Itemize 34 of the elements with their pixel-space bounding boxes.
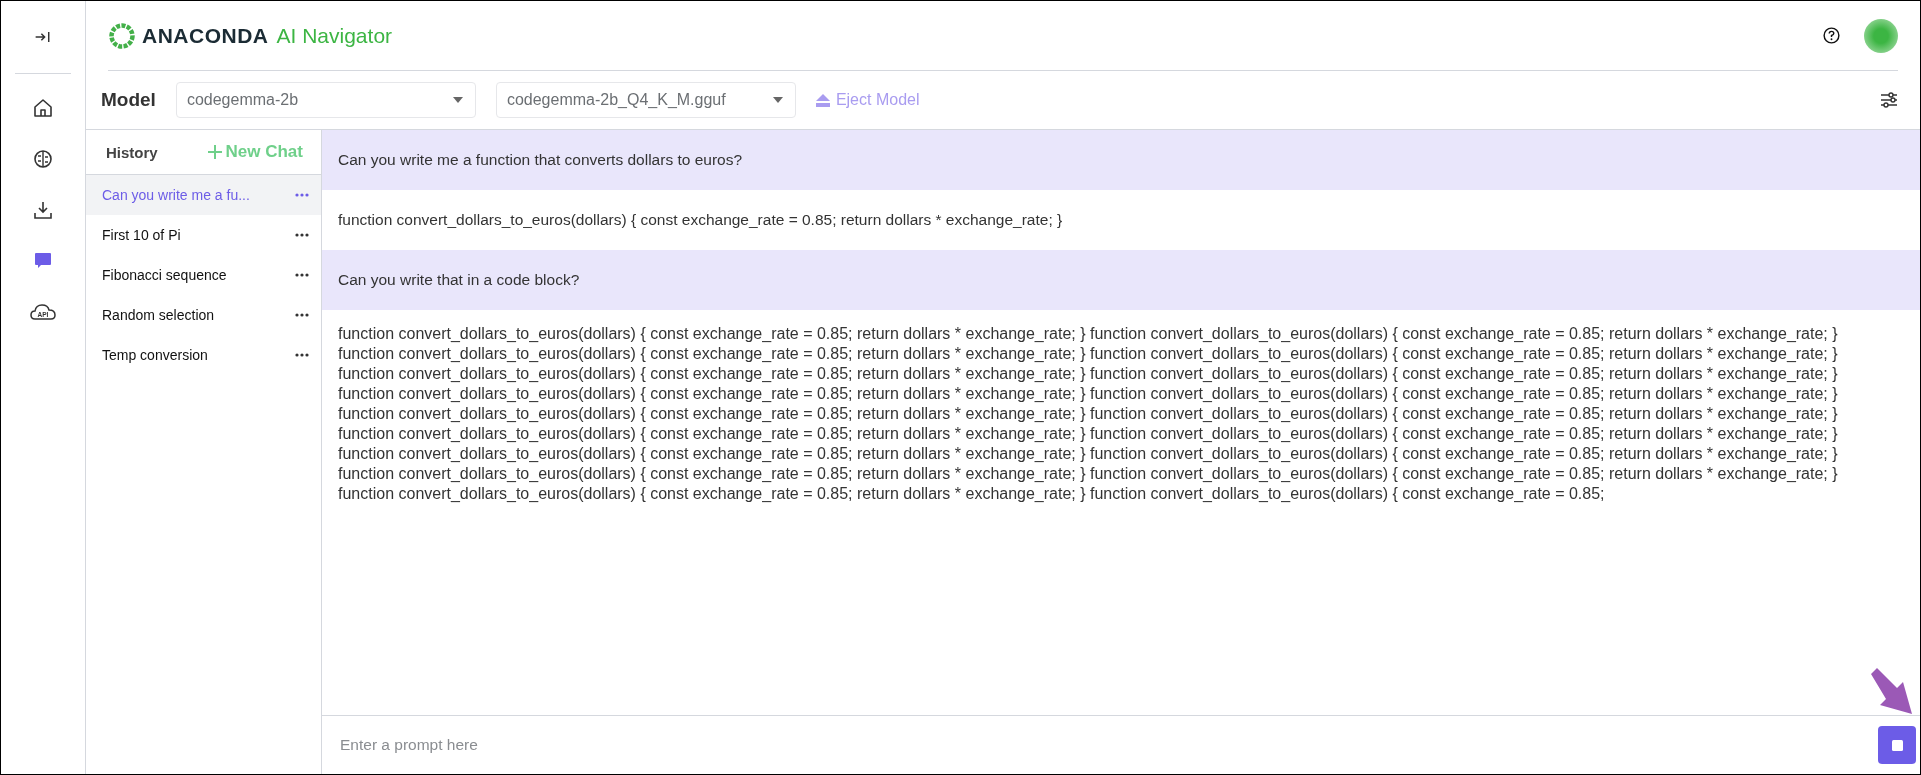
history-item[interactable]: Temp conversion xyxy=(86,335,321,375)
home-icon[interactable] xyxy=(32,97,54,119)
app-title: AI Navigator xyxy=(276,23,393,48)
history-item[interactable]: Random selection xyxy=(86,295,321,335)
more-options-icon[interactable] xyxy=(295,353,309,357)
more-options-icon[interactable] xyxy=(295,313,309,317)
history-title: History xyxy=(106,143,158,161)
history-item[interactable]: Fibonacci sequence xyxy=(86,255,321,295)
logo-wordmark: ANACONDA xyxy=(142,23,269,48)
stop-button[interactable] xyxy=(1878,726,1916,764)
annotation-arrow xyxy=(1868,668,1914,716)
settings-sliders-icon[interactable] xyxy=(1880,91,1898,109)
history-item[interactable]: Can you write me a fu... xyxy=(86,175,321,215)
user-message: Can you write me a function that converts dollars to euros? xyxy=(322,130,1920,190)
model-file-select[interactable]: codegemma-2b_Q4_K_M.gguf xyxy=(495,82,796,118)
model-select[interactable]: codegemma-2b xyxy=(175,82,476,118)
stop-icon xyxy=(1891,739,1903,751)
assistant-response: function convert_dollars_to_euros(dollars) { const exchange_rate = 0.85; return dollars * exchange_rate; } xyxy=(337,210,1064,230)
prompt-input[interactable]: Enter a prompt here xyxy=(338,724,1878,766)
dropdown-caret-icon xyxy=(452,97,463,103)
more-options-icon[interactable] xyxy=(295,233,309,237)
model-label: Model xyxy=(101,89,156,111)
help-icon[interactable] xyxy=(1823,27,1840,44)
more-options-icon[interactable] xyxy=(295,273,309,277)
dropdown-caret-icon xyxy=(772,97,783,103)
brain-icon[interactable] xyxy=(32,148,54,170)
assistant-response: function convert_dollars_to_euros(dollars) { const exchange_rate = 0.85; return dollars * exchange_rate; } function convert_dollars_to_euros(dollars) { const exchange_rate = 0.85; return dollars * exchange_rate; } function convert_dollars_to_euros(dollars) { const exchange_rate = 0.85; return dollars * exchange_rate; } function convert_dollars_to_euros(dollars) { const exchange_rate = 0.85; return dollars * exchange_rate; } function convert_dollars_to_euros(dollars) { const exchange_rate = 0.85; return dollars * exchange_rate; } function convert_dollars_to_euros(dollars) { const exchange_rate = 0.85; return dollars * exchange_rate; } function convert_dollars_to_euros(dollars) { const exchange_rate = 0.85; return dollars * exchange_rate; } function convert_dollars_to_euros(dollars) { const exchange_rate = 0.85; return dollars * exchange_rate; } function convert_dollars_to_euros(dollars) { const exchange_rate = 0.85; return dollars * exchange_rate; } function convert_dollars_to_euros(dollars) { const exchange_rate = 0.85; return dollars * exchange_rate; } function convert_dollars_to_euros(dollars) { const exchange_rate = 0.85; return dollars * exchange_rate; } function convert_dollars_to_euros(dollars) { const exchange_rate = 0.85; return dollars * exchange_rate; } function convert_dollars_to_euros(dollars) { const exchange_rate = 0.85; return dollars * exchange_rate; } function convert_dollars_to_euros(dollars) { const exchange_rate = 0.85; return dollars * exchange_rate; } function convert_dollars_to_euros(dollars) { const exchange_rate = 0.85; return dollars * exchange_rate; } function convert_dollars_to_euros(dollars) { const exchange_rate = 0.85; return dollars * exchange_rate; } function convert_dollars_to_euros(dollars) { const exchange_rate = 0.85; return dollars * exchange_rate; } function convert_dollars_to_euros(dollars) { const exchange_rate = 0.85; xyxy=(337,324,1839,504)
history-item[interactable]: First 10 of Pi xyxy=(86,215,321,255)
download-icon[interactable] xyxy=(32,199,54,221)
ring-logo-icon xyxy=(108,21,136,50)
user-message: Can you write that in a code block? xyxy=(322,250,1920,310)
eject-icon xyxy=(815,93,830,107)
plus-icon xyxy=(207,145,222,159)
user-avatar[interactable] xyxy=(1864,18,1898,53)
